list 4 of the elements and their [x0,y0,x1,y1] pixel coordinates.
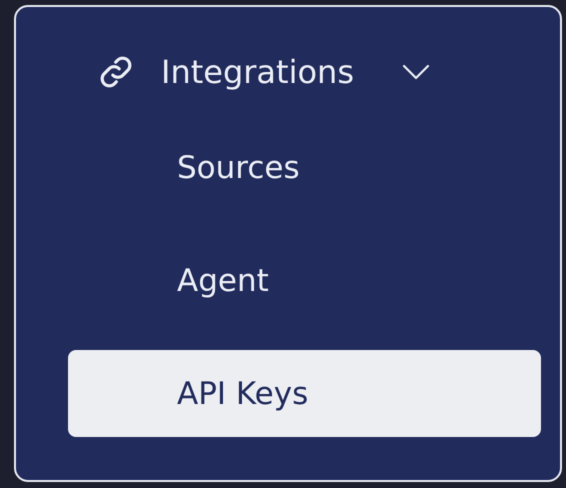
nav-item[interactable]: Agent [68,237,541,324]
integrations-menu-header[interactable]: Integrations [16,38,436,106]
nav-item[interactable]: API Keys [68,350,541,437]
nav-item[interactable]: Sources [68,124,541,211]
